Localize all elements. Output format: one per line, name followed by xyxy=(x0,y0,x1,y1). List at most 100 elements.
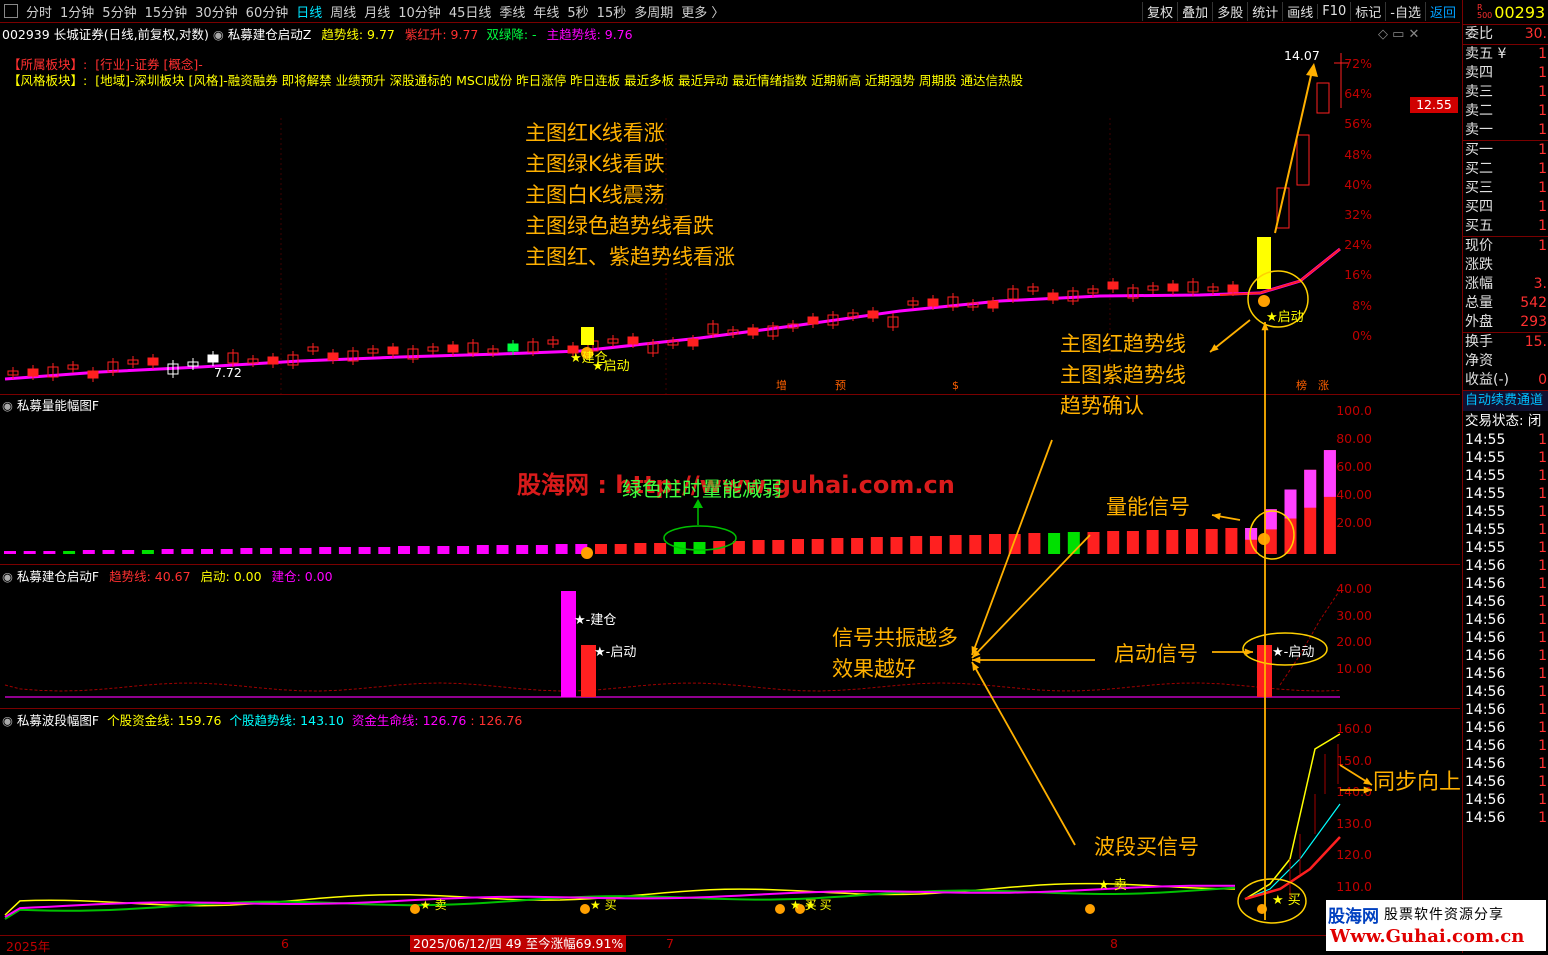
tab-timeframe[interactable]: 周线 xyxy=(326,2,360,21)
candle-body xyxy=(807,316,819,325)
tab-timeframe[interactable]: 10分钟 xyxy=(394,2,445,21)
candle-body xyxy=(627,336,639,345)
volume-bar xyxy=(752,540,765,554)
volume-bar xyxy=(1008,534,1021,554)
toolbar-button[interactable]: 叠加 xyxy=(1177,1,1212,21)
volume-bar xyxy=(43,551,56,554)
quote-value: 542 xyxy=(1520,295,1547,311)
toolbar-button[interactable]: 统计 xyxy=(1247,1,1282,21)
toolbar-button[interactable]: 多股 xyxy=(1212,1,1247,21)
volume-bar xyxy=(929,536,942,554)
quote-label: 换手 xyxy=(1465,334,1493,350)
tab-timeframe[interactable]: 5分钟 xyxy=(98,2,140,21)
tab-timeframe[interactable]: 月线 xyxy=(360,2,394,21)
buy-signal-label: ★ 买 xyxy=(1272,893,1301,908)
date-axis: 2025年 6 2025/06/12/四 49 至今涨幅69.91% 7 8 xyxy=(0,935,1460,954)
main-y-axis: 72% 64% 56% 48% 40% 32% 24% 16% 8% 0% xyxy=(1312,23,1372,394)
quote-value: 1 xyxy=(1538,218,1547,234)
quote-label: 卖五 ¥ xyxy=(1465,46,1507,62)
tick-row: 14:55 1 xyxy=(1463,449,1548,467)
candle-body xyxy=(147,357,159,366)
quote-label: 卖三 xyxy=(1465,84,1493,100)
tick-row: 14:56 1 xyxy=(1463,701,1548,719)
toolbar-button[interactable]: 复权 xyxy=(1142,1,1177,21)
tab-timeframe[interactable]: 5秒 xyxy=(563,2,592,21)
tick-row: 14:56 1 xyxy=(1463,809,1548,827)
volume-bar xyxy=(654,543,667,554)
quote-code[interactable]: 00293 xyxy=(1494,3,1545,22)
quote-row: 现价 1 xyxy=(1463,236,1548,256)
volume-bar xyxy=(555,544,568,554)
quote-row: 总量 542 xyxy=(1463,294,1548,313)
toolbar-button[interactable]: 标记 xyxy=(1350,1,1385,21)
tick-price: 1 xyxy=(1538,594,1547,610)
toolbar-button[interactable]: 画线 xyxy=(1282,1,1317,21)
tick-time: 14:56 xyxy=(1465,720,1506,736)
current-price-tag: 12.55 xyxy=(1410,97,1458,113)
brand-watermark: 股海网 股票软件资源分享 Www.Guhai.com.cn xyxy=(1326,900,1546,951)
tool-buttons: 复权 叠加 多股 统计 画线 F10 标记 -自选 返回 xyxy=(1142,0,1460,22)
annotation-line: 主图绿色趋势线看跌 xyxy=(525,214,714,238)
tick-price: 1 xyxy=(1538,648,1547,664)
candle-body xyxy=(207,354,219,363)
candle-body xyxy=(687,338,699,347)
volume-bar xyxy=(122,550,135,554)
tab-timeframe[interactable]: 1分钟 xyxy=(56,2,98,21)
wave-lines[interactable]: ★ 卖 ★ 买 ★ 买 ★ 买 xyxy=(0,709,1400,935)
toolbar-button[interactable]: -自选 xyxy=(1385,1,1425,21)
tab-timeframe[interactable]: 年线 xyxy=(529,2,563,21)
start-signal-label: ★-启动 xyxy=(594,645,637,660)
tick-time: 14:56 xyxy=(1465,648,1506,664)
quote-label: 涨跌 xyxy=(1465,257,1493,273)
wave-signal-icon xyxy=(1085,904,1095,914)
tick-list[interactable]: 14:55 1 14:55 1 14:55 1 14:55 1 14:55 1 14:55 1 14:5… xyxy=(1463,431,1548,827)
brand-name: 股海网 xyxy=(1328,907,1379,927)
build-start-bars[interactable] xyxy=(0,565,1400,708)
axis-tick-label: 20.00 xyxy=(1336,515,1372,530)
quote-label: 涨幅 xyxy=(1465,276,1493,292)
candle-body xyxy=(1047,292,1059,301)
start-signal-label-2: ★-启动 xyxy=(1272,645,1315,660)
menu-icon[interactable] xyxy=(4,4,18,18)
tick-row: 14:56 1 xyxy=(1463,575,1548,593)
tick-price: 1 xyxy=(1538,486,1547,502)
tab-timeframe[interactable]: 多周期 xyxy=(630,2,677,21)
tab-timeframe[interactable]: 15秒 xyxy=(593,2,631,21)
tick-price: 1 xyxy=(1538,792,1547,808)
toolbar-button[interactable]: 返回 xyxy=(1424,1,1460,21)
quote-label: 净资 xyxy=(1465,353,1493,369)
quote-label: 卖二 xyxy=(1465,103,1493,119)
quote-value: 1 xyxy=(1538,238,1547,254)
annotation-line: 主图白K线震荡 xyxy=(525,183,665,207)
volume-bar xyxy=(535,545,548,554)
quote-row: 卖二 1 xyxy=(1463,102,1548,121)
tab-timeframe[interactable]: 日线 xyxy=(292,2,326,21)
auto-renew-link[interactable]: 自动续费通道 xyxy=(1463,390,1548,411)
volume-bar xyxy=(476,545,489,554)
tick-row: 14:55 1 xyxy=(1463,485,1548,503)
tick-time: 14:56 xyxy=(1465,702,1506,718)
tab-timeframe[interactable]: 30分钟 xyxy=(191,2,242,21)
tab-timeframe[interactable]: 60分钟 xyxy=(242,2,293,21)
volume-bar xyxy=(220,549,233,554)
tick-time: 14:56 xyxy=(1465,738,1506,754)
quote-label: 买四 xyxy=(1465,199,1493,215)
quote-label: 现价 xyxy=(1465,238,1493,254)
quote-label: 买一 xyxy=(1465,142,1493,158)
wave-signal-icon xyxy=(410,904,420,914)
wave-signal-text: ★ 卖 xyxy=(420,898,447,912)
axis-tick-label: 160.0 xyxy=(1336,721,1372,736)
tab-timeframe[interactable]: 45日线 xyxy=(445,2,496,21)
tick-time: 14:56 xyxy=(1465,792,1506,808)
tab-timeframe[interactable]: 分时 xyxy=(22,2,56,21)
tab-timeframe[interactable]: 15分钟 xyxy=(141,2,192,21)
resonance-annotation: 信号共振越多 效果越好 xyxy=(832,623,958,685)
tab-timeframe[interactable]: 季线 xyxy=(495,2,529,21)
candle-body xyxy=(1227,284,1239,293)
toolbar-button[interactable]: F10 xyxy=(1317,3,1350,19)
tick-price: 1 xyxy=(1538,450,1547,466)
tab-timeframe[interactable]: 更多 〉 xyxy=(677,2,728,21)
tick-time: 14:56 xyxy=(1465,666,1506,682)
quote-value: 1 xyxy=(1538,65,1547,81)
quote-row: 买二 1 xyxy=(1463,160,1548,179)
